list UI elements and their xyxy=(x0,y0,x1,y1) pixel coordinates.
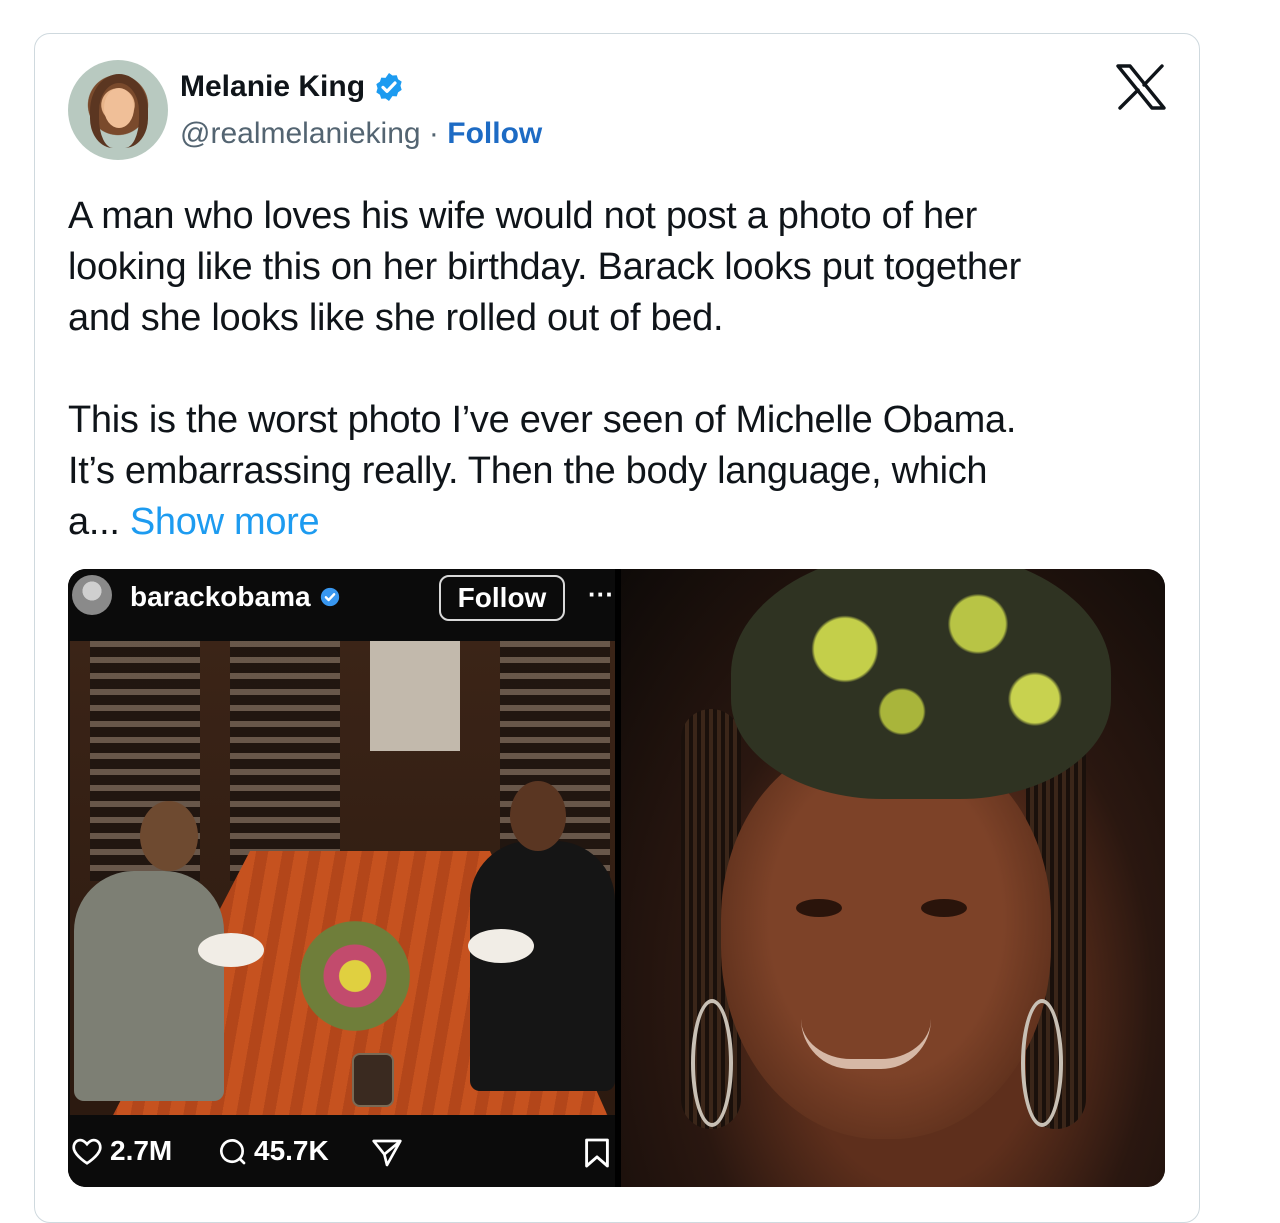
window xyxy=(370,641,460,751)
woman-figure xyxy=(470,841,615,1091)
man-head xyxy=(140,801,198,871)
instagram-username: barackobama xyxy=(130,581,311,612)
instagram-user: barackobama xyxy=(130,581,341,613)
show-more-link[interactable]: Show more xyxy=(130,501,320,543)
woman-head xyxy=(510,781,566,851)
x-logo-icon[interactable] xyxy=(1116,64,1166,110)
instagram-comments: 45.7K xyxy=(216,1135,329,1167)
plate xyxy=(468,929,534,963)
instagram-more-icon: ··· xyxy=(588,579,614,609)
verified-badge-icon xyxy=(376,73,402,101)
author-name[interactable]: Melanie King xyxy=(180,70,365,104)
heart-icon xyxy=(72,1138,102,1165)
author-handle-row: @realmelanieking · Follow xyxy=(180,117,542,151)
instagram-likes: 2.7M xyxy=(70,1135,172,1167)
face xyxy=(721,739,1051,1139)
tweet-body: A man who loves his wife would not post … xyxy=(68,195,1021,543)
instagram-footer: 2.7M 45.7K xyxy=(68,1115,615,1187)
instagram-verified-icon xyxy=(320,587,339,607)
handle-separator: · xyxy=(428,117,439,150)
instagram-avatar xyxy=(72,575,112,615)
tweet-media[interactable]: barackobama Follow ··· 2.7M 45.7K xyxy=(68,569,1165,1187)
plate xyxy=(198,933,264,967)
candle xyxy=(352,1053,394,1107)
tweet-text: A man who loves his wife would not post … xyxy=(68,191,1168,548)
head-scarf xyxy=(731,569,1111,799)
likes-count: 2.7M xyxy=(110,1135,173,1166)
bookmark-icon xyxy=(585,1138,609,1168)
flower-arrangement xyxy=(300,921,410,1031)
instagram-header: barackobama Follow ··· xyxy=(68,569,615,641)
follow-link[interactable]: Follow xyxy=(447,117,542,150)
right-eye xyxy=(921,899,967,917)
author-name-row: Melanie King xyxy=(180,70,405,104)
earring-right xyxy=(1021,999,1063,1127)
instagram-follow-button: Follow xyxy=(439,575,565,621)
author-handle[interactable]: @realmelanieking xyxy=(180,117,421,150)
author-avatar[interactable] xyxy=(68,60,168,160)
closeup-photo xyxy=(621,569,1165,1187)
man-figure xyxy=(74,871,224,1101)
comment-icon xyxy=(220,1139,246,1165)
instagram-screenshot: barackobama Follow ··· 2.7M 45.7K xyxy=(68,569,615,1187)
comments-count: 45.7K xyxy=(254,1135,329,1166)
share-icon xyxy=(372,1139,402,1167)
earring-left xyxy=(691,999,733,1127)
avatar-face xyxy=(104,88,134,128)
dinner-photo xyxy=(70,641,615,1115)
left-eye xyxy=(796,899,842,917)
wine-rack xyxy=(230,641,340,881)
